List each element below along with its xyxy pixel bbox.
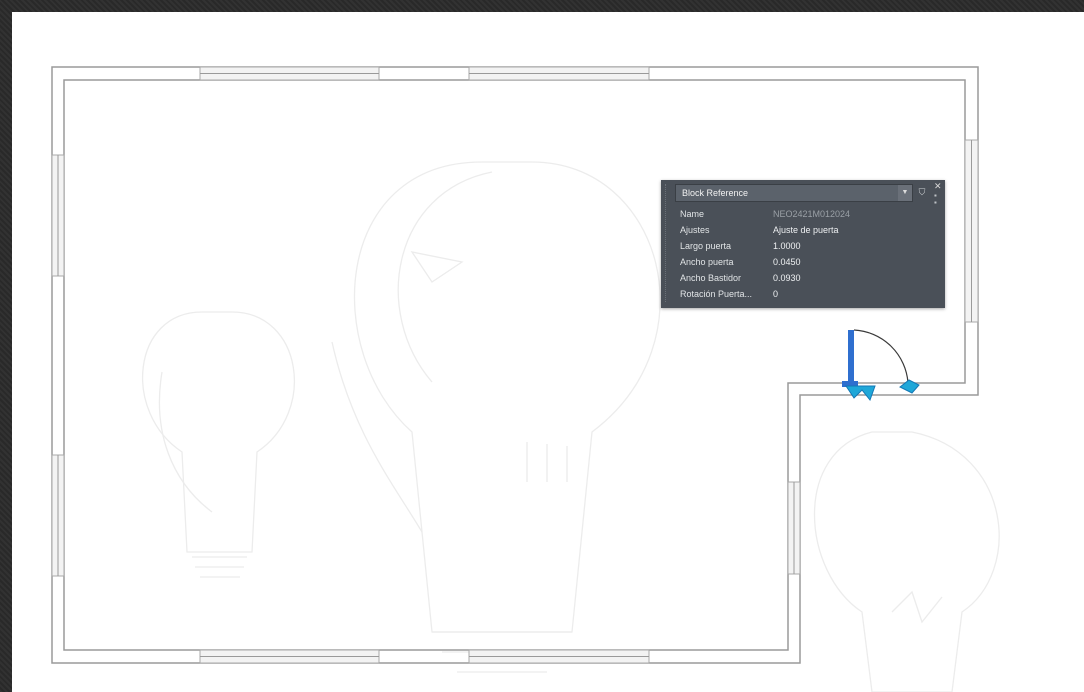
windows[interactable] — [51, 66, 979, 664]
quick-select-icon[interactable]: ⛉ — [915, 185, 929, 199]
palette-grip-bar[interactable] — [665, 184, 672, 302]
property-value[interactable]: 0.0450 — [773, 257, 801, 267]
property-value[interactable]: 0.0930 — [773, 273, 801, 283]
door-swing-arc — [853, 329, 909, 384]
property-label: Ancho puerta — [680, 257, 734, 267]
property-row[interactable]: Ancho puerta 0.0450 — [680, 257, 920, 272]
property-row[interactable]: Ancho Bastidor 0.0930 — [680, 273, 920, 288]
property-value: NEO2421M012024 — [773, 209, 851, 219]
walls[interactable] — [51, 66, 979, 664]
floor-plan-drawing[interactable] — [12, 12, 1084, 692]
object-type-selector[interactable]: Block Reference ▼ — [675, 184, 913, 202]
window-pane-line — [57, 73, 972, 657]
property-row[interactable]: Ajustes Ajuste de puerta — [680, 225, 920, 240]
property-value[interactable]: Ajuste de puerta — [773, 225, 839, 235]
property-value[interactable]: 0 — [773, 289, 778, 299]
property-label: Largo puerta — [680, 241, 732, 251]
property-label: Ajustes — [680, 225, 710, 235]
property-label: Ancho Bastidor — [680, 273, 742, 283]
outer-wall — [51, 66, 979, 664]
quick-properties-palette[interactable]: Block Reference ▼ ⛉ ✕ ▪ ▪ Name NEO2421M01… — [661, 180, 945, 308]
door-grip-flip — [899, 379, 920, 394]
door-block-selected[interactable] — [842, 329, 920, 402]
drawing-canvas[interactable] — [12, 12, 1084, 692]
property-row[interactable]: Name NEO2421M012024 — [680, 209, 920, 224]
object-type-label: Block Reference — [682, 188, 749, 198]
property-row[interactable]: Rotación Puerta... 0 — [680, 289, 920, 304]
palette-options-icon[interactable]: ▪ ▪ — [934, 192, 937, 207]
property-row[interactable]: Largo puerta 1.0000 — [680, 241, 920, 256]
property-label: Rotación Puerta... — [680, 289, 753, 299]
property-label: Name — [680, 209, 705, 219]
property-value[interactable]: 1.0000 — [773, 241, 801, 251]
door-grip-arrow — [845, 385, 876, 402]
chevron-down-icon[interactable]: ▼ — [898, 185, 912, 201]
inner-wall — [63, 79, 966, 651]
